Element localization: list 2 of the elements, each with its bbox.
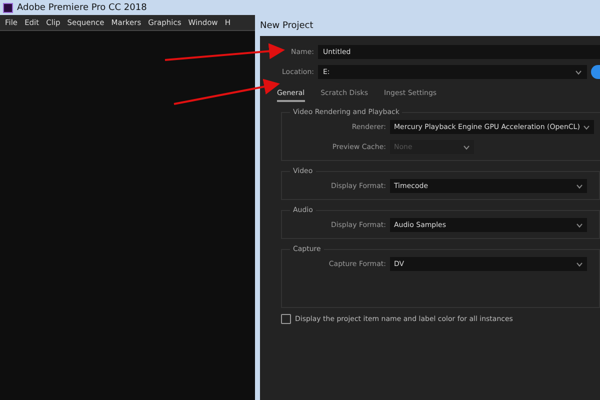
window-title: Adobe Premiere Pro CC 2018 bbox=[17, 2, 147, 12]
dialog-title: New Project bbox=[260, 20, 314, 30]
